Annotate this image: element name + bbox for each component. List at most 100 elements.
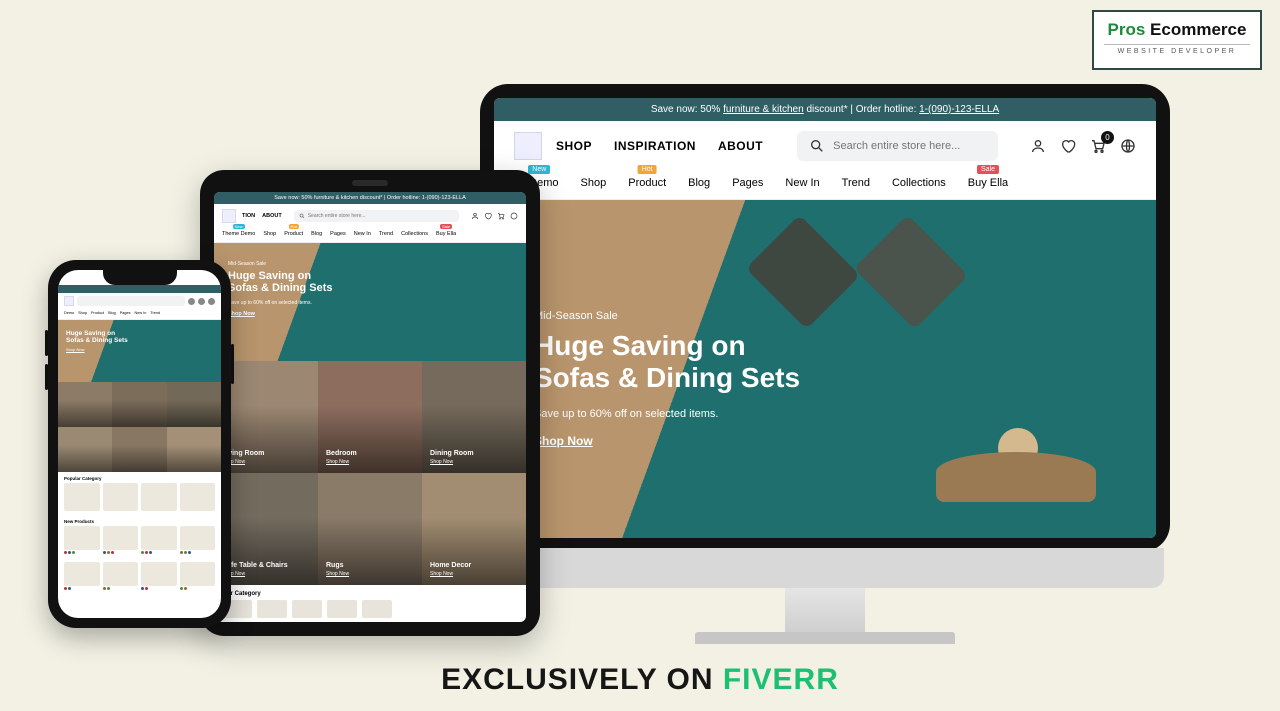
hero-cta[interactable]: Shop Now [534, 434, 800, 448]
user-icon[interactable] [188, 298, 195, 305]
tablet-promo-bar: Save now: 50% furniture & kitchen discou… [214, 192, 526, 204]
product-card[interactable] [180, 526, 216, 554]
nav-about[interactable]: ABOUT [718, 139, 763, 153]
product-thumb[interactable] [103, 483, 139, 511]
tablet-popular-row: ular Category [214, 585, 526, 622]
cat-tile[interactable] [58, 427, 112, 472]
monitor-base [695, 632, 955, 644]
phone-logo[interactable] [64, 296, 74, 306]
main-nav: SHOP INSPIRATION ABOUT [556, 139, 763, 153]
tablet-search-input[interactable] [308, 213, 454, 219]
nav-inspiration[interactable]: INSPIRATION [614, 139, 696, 153]
cat-tile[interactable] [58, 382, 112, 427]
cart-icon[interactable] [497, 212, 505, 220]
product-card[interactable] [64, 526, 100, 554]
t-sub-shop[interactable]: Shop [263, 231, 276, 237]
t-nav-tion[interactable]: TION [242, 213, 255, 219]
cat-home-decor[interactable]: Home DecorShop Now [422, 473, 526, 585]
cart-icon[interactable] [208, 298, 215, 305]
sub-product[interactable]: HotProduct [628, 177, 666, 189]
product-thumb[interactable] [180, 483, 216, 511]
t-sub-pages[interactable]: Pages [330, 231, 346, 237]
globe-icon[interactable] [1120, 138, 1136, 154]
product-thumb[interactable] [64, 483, 100, 511]
tablet-header-icons [471, 212, 518, 220]
brand-subtitle: WEBSITE DEVELOPER [1104, 48, 1250, 55]
t-sub-product[interactable]: HotProduct [284, 231, 303, 237]
tablet-logo[interactable] [222, 209, 236, 223]
heart-icon[interactable] [198, 298, 205, 305]
tablet-screen: Save now: 50% furniture & kitchen discou… [214, 192, 526, 622]
cat-tile[interactable] [167, 382, 221, 427]
cat-tile[interactable] [167, 427, 221, 472]
phone-hero-title: Huge Saving onSofas & Dining Sets [66, 330, 221, 344]
sub-newin[interactable]: New In [785, 177, 819, 189]
hero-banner: Mid-Season Sale Huge Saving onSofas & Di… [494, 200, 1156, 538]
user-icon[interactable] [471, 212, 479, 220]
cat-tile[interactable] [112, 427, 166, 472]
tablet-header: TION ABOUT [214, 204, 526, 228]
sub-blog[interactable]: Blog [688, 177, 710, 189]
sub-buy[interactable]: SaleBuy Ella [968, 177, 1008, 189]
t-nav-about[interactable]: ABOUT [262, 213, 282, 219]
product-thumb[interactable] [141, 483, 177, 511]
search-input[interactable] [833, 140, 986, 152]
brand-word-1: Pros [1108, 20, 1146, 39]
product-card[interactable] [103, 526, 139, 554]
heart-icon[interactable] [1060, 138, 1076, 154]
tablet-hero: Mid-Season Sale Huge Saving onSofas & Di… [214, 243, 526, 361]
phone-hero-cta[interactable]: Shop Now [66, 347, 221, 352]
promo-bar: Save now: 50% furniture & kitchen discou… [494, 98, 1156, 121]
product-thumb[interactable] [362, 600, 392, 618]
t-sub-coll[interactable]: Collections [401, 231, 428, 237]
header-icons: 0 [1030, 138, 1136, 154]
t-sub-buy[interactable]: SaleBuy Ella [436, 231, 456, 237]
cart-button[interactable]: 0 [1090, 138, 1106, 154]
promo-phone[interactable]: 1-(090)-123-ELLA [919, 104, 999, 115]
heart-icon[interactable] [484, 212, 492, 220]
promo-link[interactable]: furniture & kitchen [723, 104, 804, 115]
phone-product-row [58, 558, 221, 594]
sub-shop[interactable]: Shop [581, 177, 607, 189]
search-icon [809, 138, 825, 154]
phone-notch-icon [103, 270, 177, 285]
search-icon [299, 213, 305, 219]
desktop-screen: Save now: 50% furniture & kitchen discou… [494, 98, 1156, 538]
site-logo[interactable] [514, 132, 542, 160]
nav-shop[interactable]: SHOP [556, 139, 592, 153]
cushion-icon [854, 215, 969, 330]
product-card[interactable] [103, 562, 139, 590]
product-thumb[interactable] [292, 600, 322, 618]
hero-kicker: Mid-Season Sale [534, 310, 800, 322]
globe-icon[interactable] [510, 212, 518, 220]
t-sub-demo[interactable]: NewTheme Demo [222, 231, 255, 237]
phone-search[interactable] [77, 296, 185, 306]
cat-dining-room[interactable]: Dining RoomShop Now [422, 361, 526, 473]
sub-collections[interactable]: Collections [892, 177, 946, 189]
product-thumb[interactable] [327, 600, 357, 618]
product-card[interactable] [180, 562, 216, 590]
sub-trend[interactable]: Trend [842, 177, 870, 189]
user-icon[interactable] [1030, 138, 1046, 154]
search-box[interactable] [797, 131, 998, 161]
product-card[interactable] [64, 562, 100, 590]
t-sub-newin[interactable]: New In [354, 231, 371, 237]
tablet-subnav: NewTheme Demo Shop HotProduct Blog Pages… [214, 228, 526, 243]
product-thumb[interactable] [257, 600, 287, 618]
cat-bedroom[interactable]: BedroomShop Now [318, 361, 422, 473]
sub-pages[interactable]: Pages [732, 177, 763, 189]
cart-count-badge: 0 [1101, 131, 1114, 144]
cat-tile[interactable] [112, 382, 166, 427]
product-card[interactable] [141, 562, 177, 590]
t-sub-trend[interactable]: Trend [379, 231, 393, 237]
decor-sphere-icon [998, 428, 1038, 468]
tablet-hero-cta[interactable]: Shop Now [228, 311, 526, 317]
cat-rugs[interactable]: RugsShop Now [318, 473, 422, 585]
product-card[interactable] [141, 526, 177, 554]
phone-hero: Huge Saving onSofas & Dining Sets Shop N… [58, 320, 221, 382]
brand-word-2: Ecommerce [1145, 20, 1246, 39]
t-sub-blog[interactable]: Blog [311, 231, 322, 237]
phone-popular-section: Popular Category [58, 472, 221, 515]
phone-subnav: Demo Shop Product Blog Pages New In Tren… [58, 309, 221, 320]
tablet-search[interactable] [294, 210, 459, 222]
